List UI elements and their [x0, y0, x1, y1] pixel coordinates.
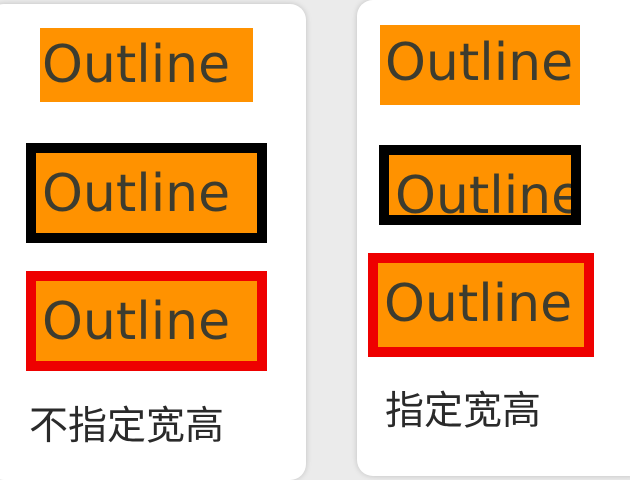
outline-demo-text: Outline [395, 166, 581, 225]
outline-demo-text: Outline [42, 164, 231, 224]
outline-demo-text: Outline [384, 274, 573, 334]
outline-demo-black-border: Outline [26, 143, 267, 243]
outline-demo-plain: Outline [40, 28, 253, 102]
outline-demo-text: Outline [385, 33, 574, 93]
sized-caption: 指定宽高 [385, 389, 542, 434]
outline-demo-text: Outline [42, 35, 231, 95]
outline-demo-black-border-sized: Outline [379, 145, 581, 225]
outline-demo-text: Outline [42, 292, 231, 352]
outline-demo-plain-sized: Outline [380, 25, 580, 105]
unsized-caption: 不指定宽高 [29, 404, 225, 449]
outline-demo-red-border: Outline [26, 271, 267, 371]
outline-demo-red-border-sized: Outline [368, 253, 594, 357]
